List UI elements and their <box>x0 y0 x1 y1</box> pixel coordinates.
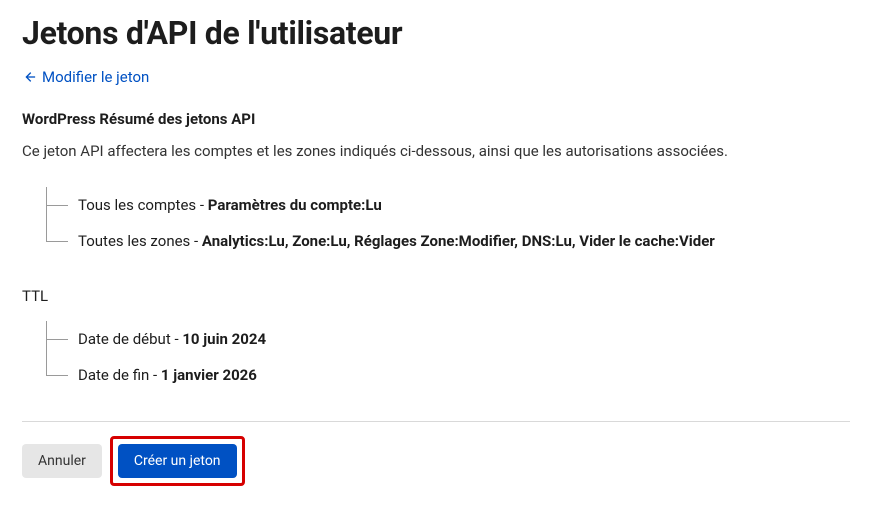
ttl-label: TTL <box>22 287 850 305</box>
permission-accounts-value: Paramètres du compte:Lu <box>208 196 382 214</box>
permission-accounts-prefix: Tous les comptes - <box>78 196 208 214</box>
divider <box>22 421 850 422</box>
ttl-end-value: 1 janvier 2026 <box>161 366 257 384</box>
permission-zones-prefix: Toutes les zones - <box>78 232 202 250</box>
create-token-button[interactable]: Créer un jeton <box>118 444 237 478</box>
permission-zones-value: Analytics:Lu, Zone:Lu, Réglages Zone:Mod… <box>202 232 715 250</box>
ttl-end: Date de fin - 1 janvier 2026 <box>46 357 850 393</box>
ttl-start-prefix: Date de début - <box>78 330 182 348</box>
permission-zones: Toutes les zones - Analytics:Lu, Zone:Lu… <box>46 223 850 259</box>
page-title: Jetons d'API de l'utilisateur <box>22 14 850 52</box>
highlight-box: Créer un jeton <box>110 436 245 486</box>
summary-heading: WordPress Résumé des jetons API <box>22 110 850 128</box>
ttl-tree: Date de début - 10 juin 2024 Date de fin… <box>46 321 850 393</box>
arrow-left-icon <box>22 70 36 84</box>
permissions-tree: Tous les comptes - Paramètres du compte:… <box>46 187 850 259</box>
ttl-start: Date de début - 10 juin 2024 <box>46 321 850 357</box>
cancel-button[interactable]: Annuler <box>22 444 102 478</box>
permission-accounts: Tous les comptes - Paramètres du compte:… <box>46 187 850 223</box>
edit-token-link[interactable]: Modifier le jeton <box>22 68 149 86</box>
ttl-start-value: 10 juin 2024 <box>182 330 266 348</box>
ttl-end-prefix: Date de fin - <box>78 366 161 384</box>
summary-description: Ce jeton API affectera les comptes et le… <box>22 140 850 163</box>
edit-token-label: Modifier le jeton <box>42 68 149 86</box>
button-row: Annuler Créer un jeton <box>22 436 850 486</box>
